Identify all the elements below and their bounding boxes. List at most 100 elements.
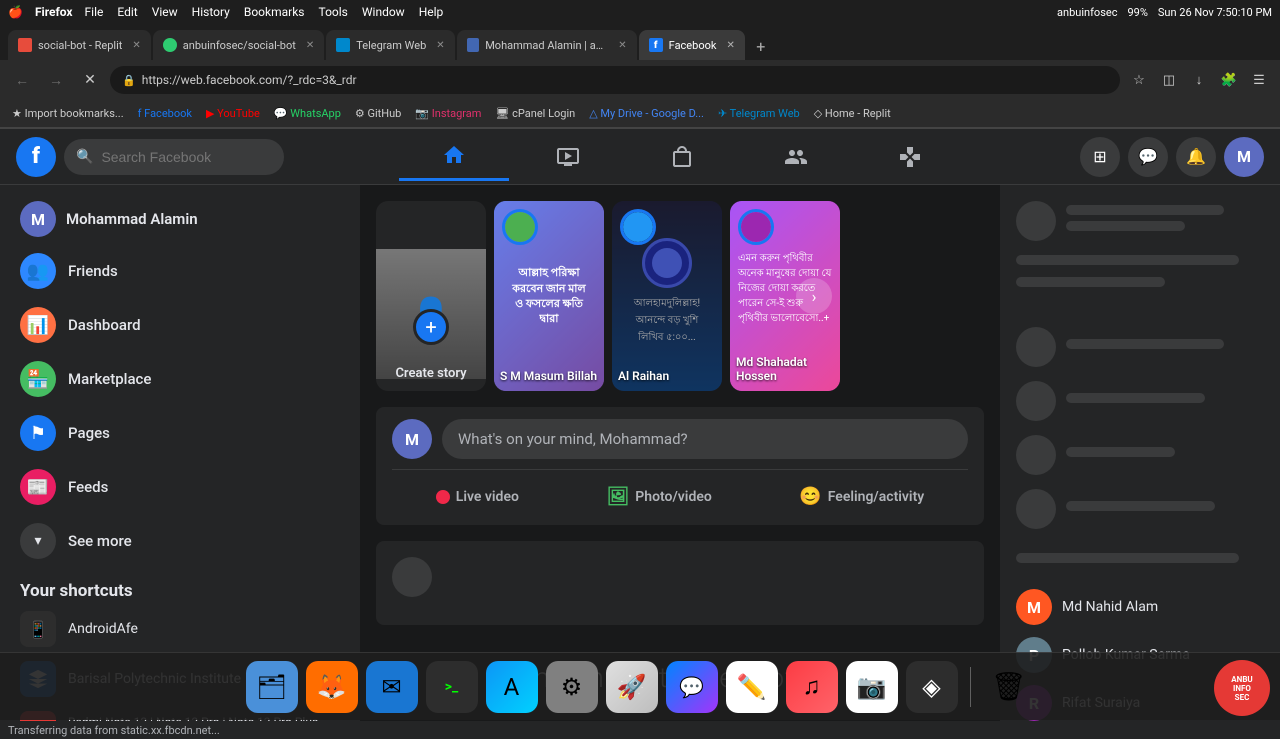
- contact-nahid[interactable]: M Md Nahid Alam: [1016, 583, 1264, 631]
- story-shahadat[interactable]: এমন করুন পৃথিবীর অনেক মানুষের দোয়া যে ন…: [730, 201, 840, 391]
- fb-search[interactable]: 🔍: [64, 139, 284, 175]
- sidebar-user-profile[interactable]: M Mohammad Alamin: [8, 193, 352, 245]
- sidebar-item-pages[interactable]: ⚑ Pages: [8, 407, 352, 459]
- photo-video-button[interactable]: 🖼 Photo/video: [594, 480, 723, 513]
- messenger-button[interactable]: 💬: [1128, 137, 1168, 177]
- shortcut-androidafe[interactable]: 📱 AndroidAfe: [8, 605, 352, 653]
- dock-photos[interactable]: 📷: [846, 661, 898, 713]
- menu-view[interactable]: View: [152, 5, 178, 19]
- menubar-time: Sun 26 Nov 7:50:10 PM: [1158, 6, 1272, 19]
- sidebar-friends-label: Friends: [68, 262, 118, 280]
- create-story-card[interactable]: 👤 + Create story: [376, 201, 486, 391]
- nav-groups[interactable]: [741, 133, 851, 181]
- dock-freeform[interactable]: ✏️: [726, 661, 778, 713]
- nav-watch[interactable]: [513, 133, 623, 181]
- user-avatar[interactable]: M: [1224, 137, 1264, 177]
- app-name[interactable]: Firefox: [35, 5, 73, 19]
- story-alraihan[interactable]: আলহামদুলিল্লাহ!আনন্দে বড় খুশিলিখিব ৫:০০…: [612, 201, 722, 391]
- back-button[interactable]: ←: [8, 66, 36, 94]
- post-box-divider: [392, 469, 968, 470]
- story-masum[interactable]: আল্লাহ পরিক্ষা করবেন জান মাল ও ফসলের ক্ষ…: [494, 201, 604, 391]
- contact-nahid-avatar: M: [1016, 589, 1052, 625]
- dock-terminal[interactable]: >_: [426, 661, 478, 713]
- dashboard-icon: 📊: [20, 307, 56, 343]
- extensions-button[interactable]: 🧩: [1216, 67, 1242, 93]
- dock-finder[interactable]: 🗂: [246, 661, 298, 713]
- fb-logo[interactable]: f: [16, 137, 56, 177]
- bookmark-facebook[interactable]: f Facebook: [134, 105, 196, 122]
- bookmark-gdrive[interactable]: △ My Drive - Google D...: [585, 105, 708, 122]
- bookmarks-bar: ★ Import bookmarks... f Facebook ▶ YouTu…: [0, 100, 1280, 128]
- nav-home[interactable]: [399, 133, 509, 181]
- nav-gaming[interactable]: [855, 133, 965, 181]
- new-tab-button[interactable]: +: [747, 32, 775, 60]
- post-placeholder: What's on your mind, Mohammad?: [458, 430, 688, 448]
- forward-button[interactable]: →: [42, 66, 70, 94]
- apple-menu[interactable]: 🍎: [8, 5, 23, 19]
- apps-button[interactable]: ⊞: [1080, 137, 1120, 177]
- menu-history[interactable]: History: [192, 5, 230, 19]
- post-box-avatar: M: [392, 419, 432, 459]
- tab-5-facebook[interactable]: f Facebook ✕: [639, 30, 745, 60]
- skeleton-circle-4: [1016, 381, 1056, 421]
- downloads-button[interactable]: ↓: [1186, 67, 1212, 93]
- tab-4[interactable]: Mohammad Alamin | anbu... ✕: [457, 30, 637, 60]
- feeling-button[interactable]: 😊 Feeling/activity: [787, 480, 936, 513]
- menu-edit[interactable]: Edit: [117, 5, 137, 19]
- tab-3-close[interactable]: ✕: [436, 40, 444, 51]
- dock-messenger[interactable]: 💬: [666, 661, 718, 713]
- sidebar-item-marketplace[interactable]: 🏪 Marketplace: [8, 353, 352, 405]
- tab-1-close[interactable]: ✕: [132, 40, 140, 51]
- post-box-input[interactable]: What's on your mind, Mohammad?: [442, 419, 968, 459]
- reload-button[interactable]: ✕: [76, 66, 104, 94]
- dock-firefox[interactable]: 🦊: [306, 661, 358, 713]
- sidebar-item-feeds[interactable]: 📰 Feeds: [8, 461, 352, 513]
- sidebar-item-friends[interactable]: 👥 Friends: [8, 245, 352, 297]
- tab-2[interactable]: anbuinfosec/social-bot ✕: [153, 30, 324, 60]
- tab-3[interactable]: Telegram Web ✕: [326, 30, 454, 60]
- bookmark-star[interactable]: ☆: [1126, 67, 1152, 93]
- story-next-arrow[interactable]: ›: [796, 278, 832, 314]
- bookmark-telegram[interactable]: ✈ Telegram Web: [714, 105, 804, 122]
- search-input[interactable]: [101, 149, 272, 165]
- feeds-icon: 📰: [20, 469, 56, 505]
- right-skeleton-3: [1016, 327, 1264, 367]
- notifications-button[interactable]: 🔔: [1176, 137, 1216, 177]
- bookmark-instagram[interactable]: 📷 Instagram: [411, 105, 485, 122]
- see-more-label: See more: [68, 532, 132, 550]
- live-video-label: Live video: [456, 489, 519, 505]
- dock-systemprefs[interactable]: ⚙: [546, 661, 598, 713]
- dock-mail[interactable]: ✉: [366, 661, 418, 713]
- fb-header-right: ⊞ 💬 🔔 M: [1080, 137, 1264, 177]
- tab-2-close[interactable]: ✕: [306, 40, 314, 51]
- sidebar-item-dashboard[interactable]: 📊 Dashboard: [8, 299, 352, 351]
- bookmark-cpanel[interactable]: 🖥 cPanel Login: [491, 105, 579, 122]
- bookmark-youtube[interactable]: ▶ YouTube: [202, 105, 264, 122]
- live-dot-icon: [436, 490, 450, 504]
- menu-button[interactable]: ☰: [1246, 67, 1272, 93]
- dock-appstore[interactable]: A: [486, 661, 538, 713]
- dock-launchpad[interactable]: 🚀: [606, 661, 658, 713]
- menu-tools[interactable]: Tools: [318, 5, 347, 19]
- dock-alfred[interactable]: ◈: [906, 661, 958, 713]
- bookmark-whatsapp[interactable]: 💬 WhatsApp: [270, 105, 345, 122]
- bookmark-replit[interactable]: ◇ Home - Replit: [810, 105, 895, 122]
- tab-1[interactable]: social-bot - Replit ✕: [8, 30, 151, 60]
- menu-bookmarks[interactable]: Bookmarks: [244, 5, 305, 19]
- dock-music[interactable]: ♫: [786, 661, 838, 713]
- menu-window[interactable]: Window: [362, 5, 405, 19]
- bookmark-github[interactable]: ⚙ GitHub: [351, 105, 405, 122]
- menu-help[interactable]: Help: [419, 5, 444, 19]
- bookmark-import[interactable]: ★ Import bookmarks...: [8, 105, 128, 122]
- fb-header: f 🔍 ⊞ 💬 🔔 M: [0, 129, 1280, 185]
- tab-4-close[interactable]: ✕: [618, 40, 626, 51]
- sidebar-see-more[interactable]: ▾ See more: [8, 515, 352, 567]
- pocket-button[interactable]: ◫: [1156, 67, 1182, 93]
- url-bar[interactable]: 🔒 https://web.facebook.com/?_rdc=3&_rdr: [110, 66, 1120, 94]
- nav-marketplace[interactable]: [627, 133, 737, 181]
- menu-file[interactable]: File: [85, 5, 104, 19]
- dock-trash[interactable]: 🗑: [983, 661, 1035, 713]
- tab-5-close[interactable]: ✕: [726, 40, 734, 51]
- live-video-button[interactable]: Live video: [424, 480, 531, 513]
- friends-icon: 👥: [20, 253, 56, 289]
